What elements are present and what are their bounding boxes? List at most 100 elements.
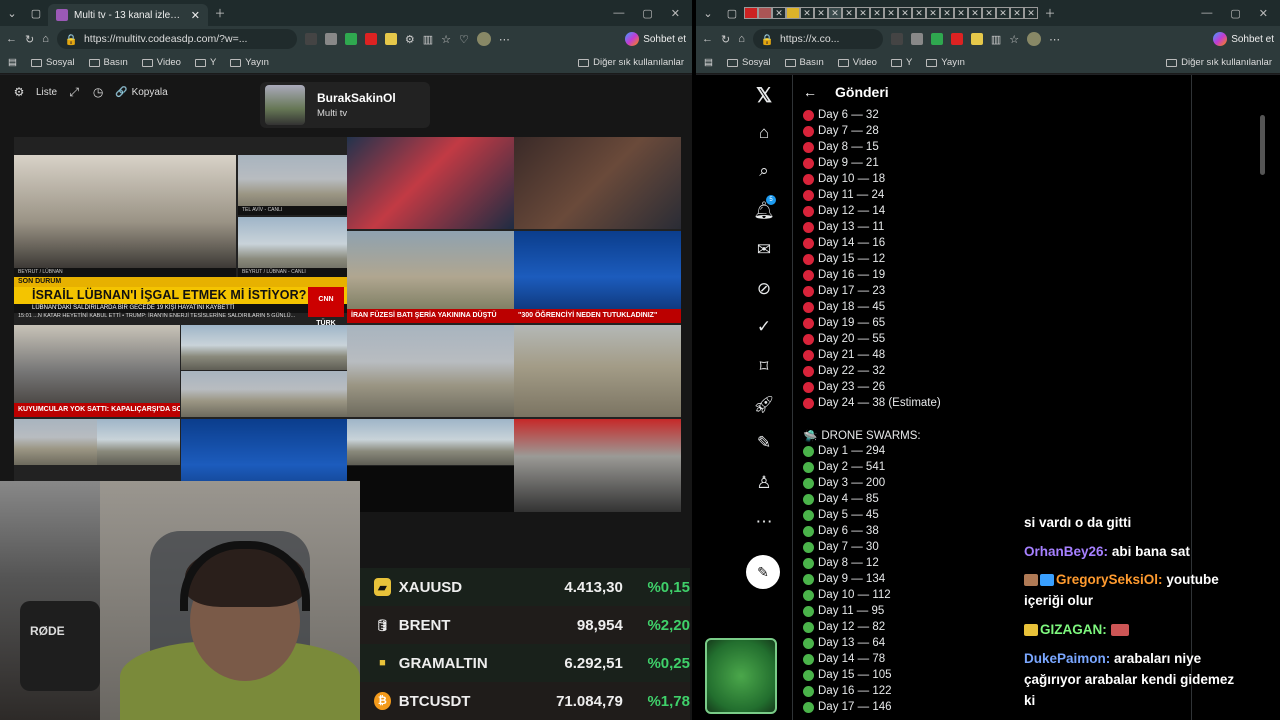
tab-x[interactable]: ✕ [954,7,968,19]
video-tile-beirut[interactable]: BEYRUT / LÜBNAN - CANLI [238,217,347,277]
grok-icon[interactable]: ⊘ [740,279,788,299]
edit-icon[interactable]: ✎ [740,433,788,453]
extension-icon[interactable] [930,33,943,45]
bookmark-folder[interactable]: Video [141,57,181,68]
bookmarks-icon[interactable]: ⌑ [740,357,788,377]
extension-icon[interactable] [344,33,357,45]
profile-avatar[interactable] [1027,32,1042,46]
maximize-icon[interactable]: ▢ [642,7,652,20]
fullscreen-icon[interactable]: ⤢ [67,85,81,99]
tab-x[interactable]: ✕ [772,7,786,19]
tab-menu-icon[interactable]: ⌄ [696,7,720,20]
more-icon[interactable]: ⋯ [499,33,510,46]
communities-icon[interactable]: ✓ [740,317,788,337]
tab-youtube[interactable] [744,7,758,19]
tab-x[interactable]: ✕ [968,7,982,19]
bookmark-folder[interactable]: Yayın [926,57,965,68]
tab-x[interactable]: ✕ [884,7,898,19]
copilot-chat-button[interactable]: Sohbet et [1213,32,1274,46]
video-tile-city-wide[interactable] [347,325,514,417]
compose-post-button[interactable]: ✎ [746,555,780,589]
collections-icon[interactable]: ♡ [459,33,469,46]
home-icon[interactable]: ⌂ [42,33,49,45]
url-field[interactable]: 🔒 https://multitv.codeasdp.com/?w=... [56,29,297,49]
new-tab-icon[interactable]: ＋ [1038,5,1062,21]
profile-card[interactable]: BurakSakinOl Multi tv [260,82,430,128]
tab-x[interactable]: ✕ [870,7,884,19]
extension-icon[interactable] [304,33,317,45]
tab-x[interactable]: ✕ [982,7,996,19]
split-screen-icon[interactable]: ▥ [423,33,433,46]
more-options-icon[interactable]: ⋯ [740,512,788,532]
messages-icon[interactable]: ✉ [740,240,788,260]
minimize-icon[interactable]: — [1201,7,1212,20]
close-window-icon[interactable]: ✕ [671,7,680,20]
video-tile-parliament[interactable]: "300 ÖĞRENCİYİ NEDEN TUTUKLADINIZ" [514,231,681,323]
video-tile-westbank[interactable]: İRAN FÜZESİ BATI ŞERİA YAKININA DÜŞTÜ [347,231,514,323]
tab-multitv[interactable]: Multi tv - 13 kanal izleniyor ✕ [48,4,208,26]
tab-x[interactable]: ✕ [1010,7,1024,19]
favorites-icon[interactable]: ☆ [441,33,451,46]
video-tile-cam10[interactable] [430,466,514,512]
extension-icon[interactable] [384,33,397,45]
tab-x[interactable]: ✕ [842,7,856,19]
favorites-icon[interactable]: ☆ [1009,33,1019,46]
scrollbar-thumb[interactable] [1260,115,1265,175]
bookmark-folder[interactable]: Y [194,57,216,68]
video-tile-city-wide2[interactable] [514,325,681,417]
video-tile-grand-bazaar[interactable]: KUYUMCULAR YOK SATTI: KAPALIÇARŞI'DA SON… [14,325,180,417]
refresh-icon[interactable]: ↻ [721,33,730,46]
bookmark-folder[interactable]: Video [837,57,877,68]
more-icon[interactable]: ⋯ [1049,33,1060,46]
tab-x[interactable]: ✕ [926,7,940,19]
video-tile-cam2[interactable] [264,325,347,370]
bookmark-folder[interactable]: Basın [784,57,824,68]
bookmark-folder[interactable]: Y [890,57,912,68]
tab-x[interactable]: ✕ [996,7,1010,19]
bookmark-folder[interactable]: Yayın [230,57,269,68]
close-tab-icon[interactable]: ✕ [191,9,200,22]
tab-x[interactable]: ✕ [856,7,870,19]
video-tile-aljazeera[interactable] [514,419,681,512]
video-tile-cam7[interactable] [347,419,430,465]
tab-site[interactable] [786,7,800,19]
maximize-icon[interactable]: ▢ [1230,7,1240,20]
rocket-icon[interactable]: 🚀︎ [740,395,788,415]
back-icon[interactable]: ← [6,33,17,45]
tab-menu-icon[interactable]: ⌄ [0,7,24,20]
tab-x-active[interactable]: ✕ [828,7,842,19]
extension-icon[interactable] [324,33,337,45]
video-tile-studio[interactable] [347,137,514,229]
copilot-chat-button[interactable]: Sohbet et [625,32,686,46]
video-tile-cam1[interactable] [181,325,264,370]
workspaces-icon[interactable]: ▢ [720,7,744,20]
tab-x[interactable]: ✕ [940,7,954,19]
list-button[interactable]: Liste [36,87,57,98]
tab-x[interactable]: ✕ [800,7,814,19]
close-window-icon[interactable]: ✕ [1259,7,1268,20]
reading-list-icon[interactable]: ▤ [8,57,17,68]
tab-x[interactable]: ✕ [1024,7,1038,19]
x-logo-icon[interactable]: 𝕏 [740,83,788,108]
extensions-puzzle-icon[interactable]: ⚙ [405,33,415,46]
back-icon[interactable]: ← [702,33,713,45]
tab-site[interactable] [758,7,772,19]
back-arrow-icon[interactable]: ← [803,84,817,100]
split-screen-icon[interactable]: ▥ [991,33,1001,46]
video-tile-cam5[interactable] [14,419,97,465]
profile-icon[interactable]: ♙ [740,473,788,493]
extension-icon[interactable] [950,33,963,45]
url-field[interactable]: 🔒 https://x.co... [752,29,883,49]
profile-avatar[interactable] [476,32,491,46]
workspaces-icon[interactable]: ▢ [24,7,48,20]
extension-icon[interactable] [364,33,377,45]
notifications-bell-icon[interactable]: 🔔︎ [740,201,788,221]
video-tile-cam3[interactable] [181,371,264,417]
timer-icon[interactable]: ◷ [91,85,105,99]
home-icon[interactable]: ⌂ [740,123,788,143]
tab-x[interactable]: ✕ [898,7,912,19]
search-icon[interactable]: ⌕ [740,161,788,181]
video-tile-cam4[interactable] [264,371,347,417]
bookmark-folder[interactable]: Basın [88,57,128,68]
minimize-icon[interactable]: — [613,7,624,20]
